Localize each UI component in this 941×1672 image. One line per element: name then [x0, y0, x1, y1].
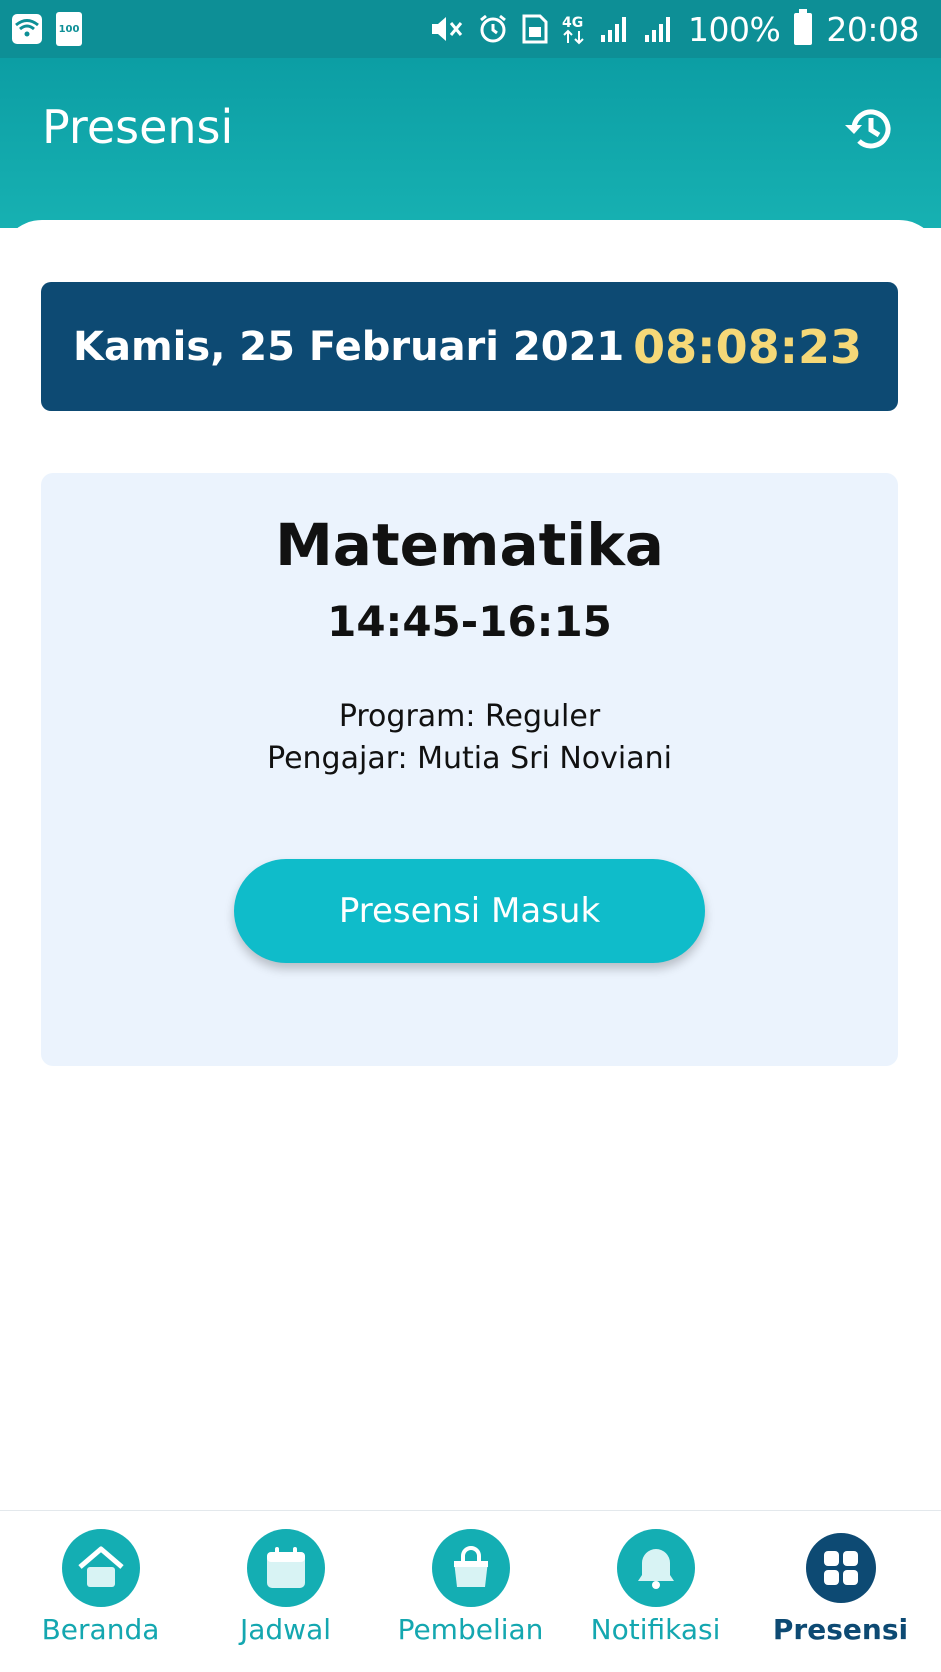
bell-icon [616, 1529, 695, 1607]
nav-item-presensi[interactable]: Presensi [751, 1529, 931, 1646]
signal-icon [600, 15, 630, 43]
battery-saver-icon: 100 [56, 12, 82, 46]
mute-icon [430, 14, 464, 44]
subject-title: Matematika [275, 511, 664, 579]
current-date: Kamis, 25 Februari 2021 [73, 323, 625, 370]
status-bar-left: 100 [12, 12, 82, 46]
nav-label-pembelian: Pembelian [397, 1613, 544, 1646]
svg-text:4G: 4G [562, 15, 583, 31]
nav-item-beranda[interactable]: Beranda [11, 1529, 191, 1646]
history-icon [845, 109, 891, 149]
program-label: Program: Reguler [338, 699, 601, 734]
page-title: Presensi [42, 100, 234, 154]
status-bar-right: 4G 100% 20:08 [430, 9, 919, 49]
nav-item-notifikasi[interactable]: Notifikasi [566, 1529, 746, 1646]
calendar-icon [246, 1529, 325, 1607]
nav-label-jadwal: Jadwal [239, 1613, 332, 1646]
class-time-range: 14:45-16:15 [327, 597, 612, 646]
presensi-masuk-button[interactable]: Presensi Masuk [234, 859, 705, 963]
current-clock: 08:08:23 [633, 319, 862, 374]
nav-label-beranda: Beranda [41, 1613, 160, 1646]
bottom-navigation: Beranda Jadwal Pembelian Notifikasi Pres… [0, 1510, 941, 1672]
date-banner: Kamis, 25 Februari 2021 08:08:23 [41, 282, 898, 411]
status-bar: 100 4G 100% 20:08 [0, 0, 941, 58]
app-header: Presensi [0, 58, 941, 228]
sim-icon [522, 14, 548, 44]
alarm-icon [478, 14, 508, 44]
grid-icon [805, 1533, 876, 1603]
teacher-label: Pengajar: Mutia Sri Noviani [267, 741, 672, 776]
nav-item-pembelian[interactable]: Pembelian [381, 1529, 561, 1646]
signal-icon [644, 15, 674, 43]
home-icon [61, 1529, 140, 1607]
battery-percent: 100% [688, 9, 781, 49]
class-card: Matematika 14:45-16:15 Program: Reguler … [41, 473, 898, 1066]
nav-label-notifikasi: Notifikasi [590, 1613, 721, 1646]
history-button[interactable] [839, 98, 901, 160]
nav-label-presensi: Presensi [772, 1613, 909, 1646]
clock-time: 20:08 [826, 9, 919, 49]
content-sheet: Kamis, 25 Februari 2021 08:08:23 Matemat… [0, 220, 941, 1510]
nav-item-jadwal[interactable]: Jadwal [196, 1529, 376, 1646]
wifi-icon [12, 14, 42, 44]
battery-icon [794, 9, 813, 45]
4g-icon: 4G [562, 13, 586, 45]
shopping-bag-icon [431, 1529, 510, 1607]
